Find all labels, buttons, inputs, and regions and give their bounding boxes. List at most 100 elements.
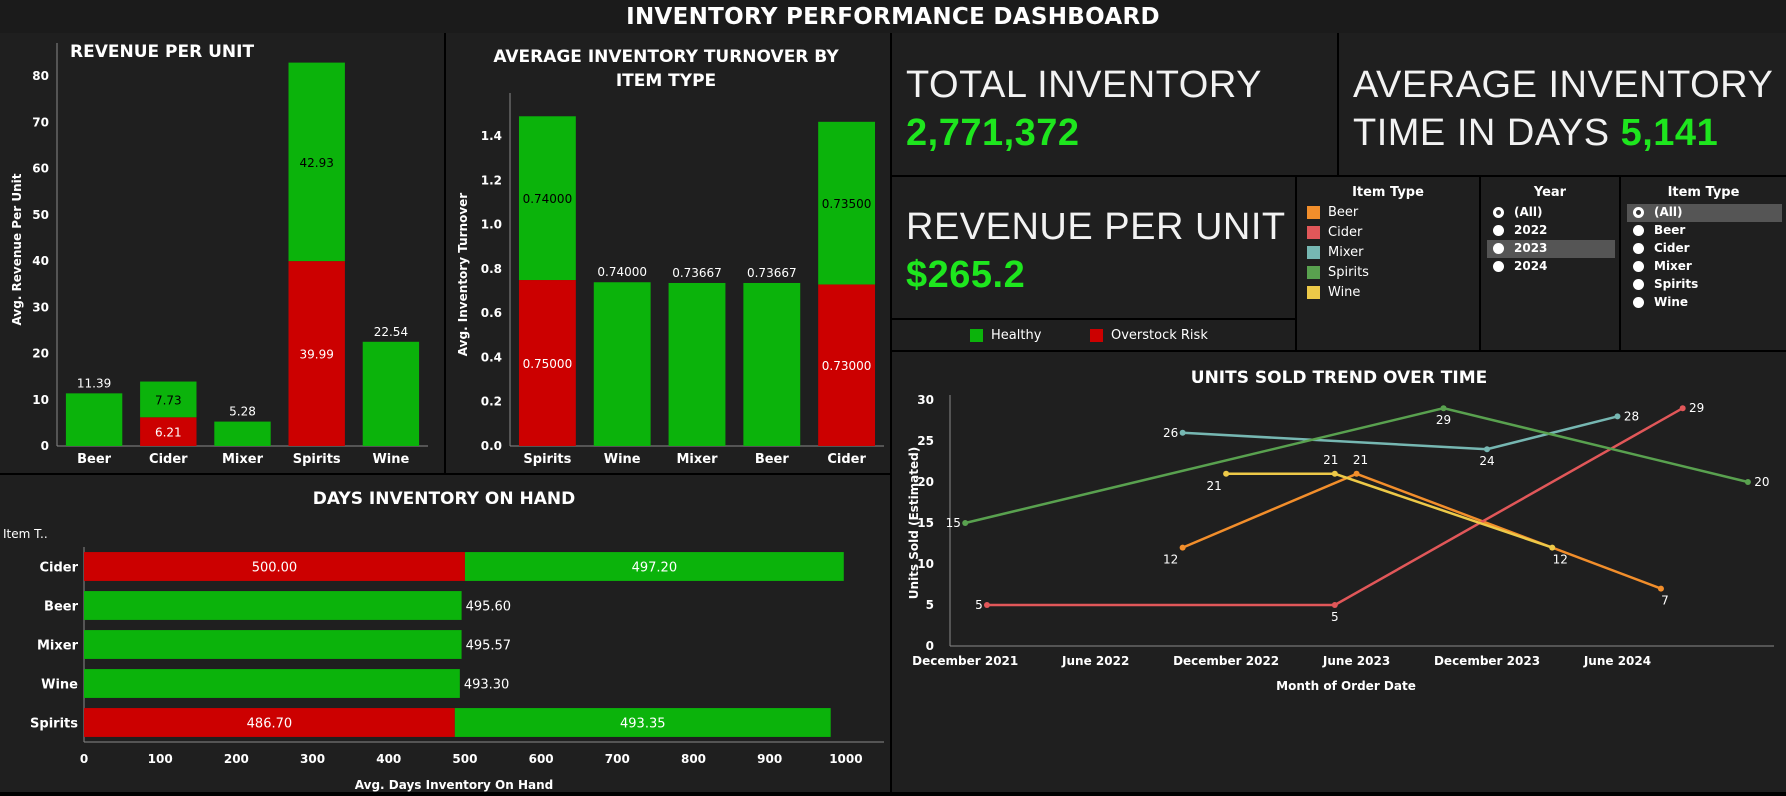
kpi-avg-inventory-time: AVERAGE INVENTORY TIME IN DAYS 5,141 [1339,33,1786,175]
legend-healthy[interactable]: Healthy [970,328,1041,343]
data-point [1179,429,1186,436]
y-tick-label: 5 [926,598,934,612]
x-tick-label: 700 [605,752,630,766]
data-label: 0.73667 [747,266,797,280]
x-tick-label: Wine [604,452,641,467]
data-point [1331,470,1338,477]
y-tick-label: 20 [32,347,49,361]
bar-segment-healthy [214,421,271,446]
data-label: 5 [1331,610,1339,624]
radio-icon[interactable] [1493,206,1504,218]
radio-icon[interactable] [1633,260,1644,272]
filter-option-2022[interactable]: 2022 [1493,223,1547,237]
legend-item-wine[interactable]: Wine [1307,285,1360,300]
turnover-panel: AVERAGE INVENTORY TURNOVER BY ITEM TYPE 0.… [446,33,890,473]
y-tick-label: 30 [917,393,934,407]
filter-option-all[interactable]: (All) [1633,205,1682,219]
filter-option-cider[interactable]: Cider [1633,241,1690,255]
radio-icon[interactable] [1493,242,1504,254]
x-tick-label: 900 [757,752,782,766]
legend-label: Cider [1328,225,1363,240]
legend-swatch [1307,206,1320,219]
data-label: 7 [1661,594,1669,608]
data-label: 21 [1353,453,1368,467]
radio-icon[interactable] [1633,224,1644,236]
filter-option-mixer[interactable]: Mixer [1633,259,1692,273]
x-tick-label: 600 [529,752,554,766]
legend-item-mixer[interactable]: Mixer [1307,245,1363,260]
legend-swatch [1307,266,1320,279]
y-tick-label: 0.4 [481,350,502,364]
radio-icon[interactable] [1633,242,1644,254]
kpi-avg-time-label-2: TIME IN DAYS [1353,112,1610,154]
series-line-beer [1182,472,1662,590]
data-label: 493.35 [620,717,666,732]
x-tick-label: Spirits [523,452,571,467]
filter-option-spirits[interactable]: Spirits [1633,277,1698,291]
y-tick-label: Mixer [37,639,79,654]
units-sold-panel: UNITS SOLD TREND OVER TIME 0 5 10 15 20 25 30 De… [892,352,1786,792]
filter-option-2023[interactable]: 2023 [1493,241,1547,255]
x-tick-label: December 2021 [912,654,1018,668]
data-point [1484,446,1491,453]
data-label: 0.74000 [597,265,647,279]
bar-segment-healthy [84,591,462,620]
radio-icon[interactable] [1493,224,1504,236]
x-tick-label: Wine [372,452,409,467]
data-point [1331,602,1338,608]
x-tick-label: 300 [300,752,325,766]
data-label: 28 [1624,409,1639,423]
y-tick-label: 1.4 [481,129,502,143]
y-tick-label: Spirits [30,717,78,732]
radio-icon[interactable] [1633,206,1644,218]
legend-overstock[interactable]: Overstock Risk [1090,328,1208,343]
series-line-cider [986,407,1684,607]
y-tick-label: 0.8 [481,262,502,276]
bar-segment-healthy [84,630,462,659]
legend-label: Beer [1328,205,1359,220]
x-tick-label: Spirits [293,452,341,467]
data-point [1549,544,1556,551]
item-type-filter: Item Type (All) Beer Cider Mixer Spirits Wine [1621,177,1786,350]
x-tick-label: Beer [755,452,790,467]
overstock-swatch [1090,329,1103,342]
data-label: 6.21 [155,426,182,440]
bar-segment-healthy [362,341,420,446]
x-tick-label: Beer [77,452,112,467]
kpi-avg-time-label-1: AVERAGE INVENTORY [1353,64,1774,106]
bar-segment-healthy [668,282,726,446]
year-filter: Year (All) 2022 2023 2024 [1481,177,1619,350]
y-tick-label: Beer [44,600,79,615]
y-axis-label: Avg. Inventory Turnover [456,193,470,356]
x-tick-label: Mixer [676,452,718,467]
filter-option-beer[interactable]: Beer [1633,223,1685,237]
filter-option-label: Mixer [1654,259,1692,273]
filter-option-wine[interactable]: Wine [1633,295,1688,309]
data-label: 497.20 [632,561,678,576]
y-tick-label: 0.0 [481,439,502,453]
legend-swatch [1307,226,1320,239]
data-label: 15 [946,516,961,530]
radio-icon[interactable] [1633,278,1644,290]
data-label: 0.74000 [523,192,573,206]
kpi-revenue-value: $265.2 [906,254,1026,296]
kpi-avg-time-value: 5,141 [1620,112,1719,154]
filter-option-all[interactable]: (All) [1493,205,1542,219]
legend-item-spirits[interactable]: Spirits [1307,265,1369,280]
radio-icon[interactable] [1493,260,1504,272]
data-label: 29 [1689,401,1704,415]
filter-option-label: (All) [1654,205,1683,219]
data-label: 21 [1323,453,1338,467]
legend-item-beer[interactable]: Beer [1307,205,1358,220]
x-tick-label: June 2023 [1322,654,1390,668]
data-label: 5 [975,598,983,612]
radio-icon[interactable] [1633,296,1644,308]
legend-item-cider[interactable]: Cider [1307,225,1362,240]
kpi-revenue-per-unit: REVENUE PER UNIT $265.2 [892,177,1295,318]
kpi-total-inventory-label: TOTAL INVENTORY [906,64,1262,106]
data-label: 42.93 [300,156,334,170]
y-tick-label: 0.2 [481,395,502,409]
data-point [962,520,969,526]
filter-option-2024[interactable]: 2024 [1493,259,1547,273]
filter-option-label: 2023 [1514,241,1548,255]
